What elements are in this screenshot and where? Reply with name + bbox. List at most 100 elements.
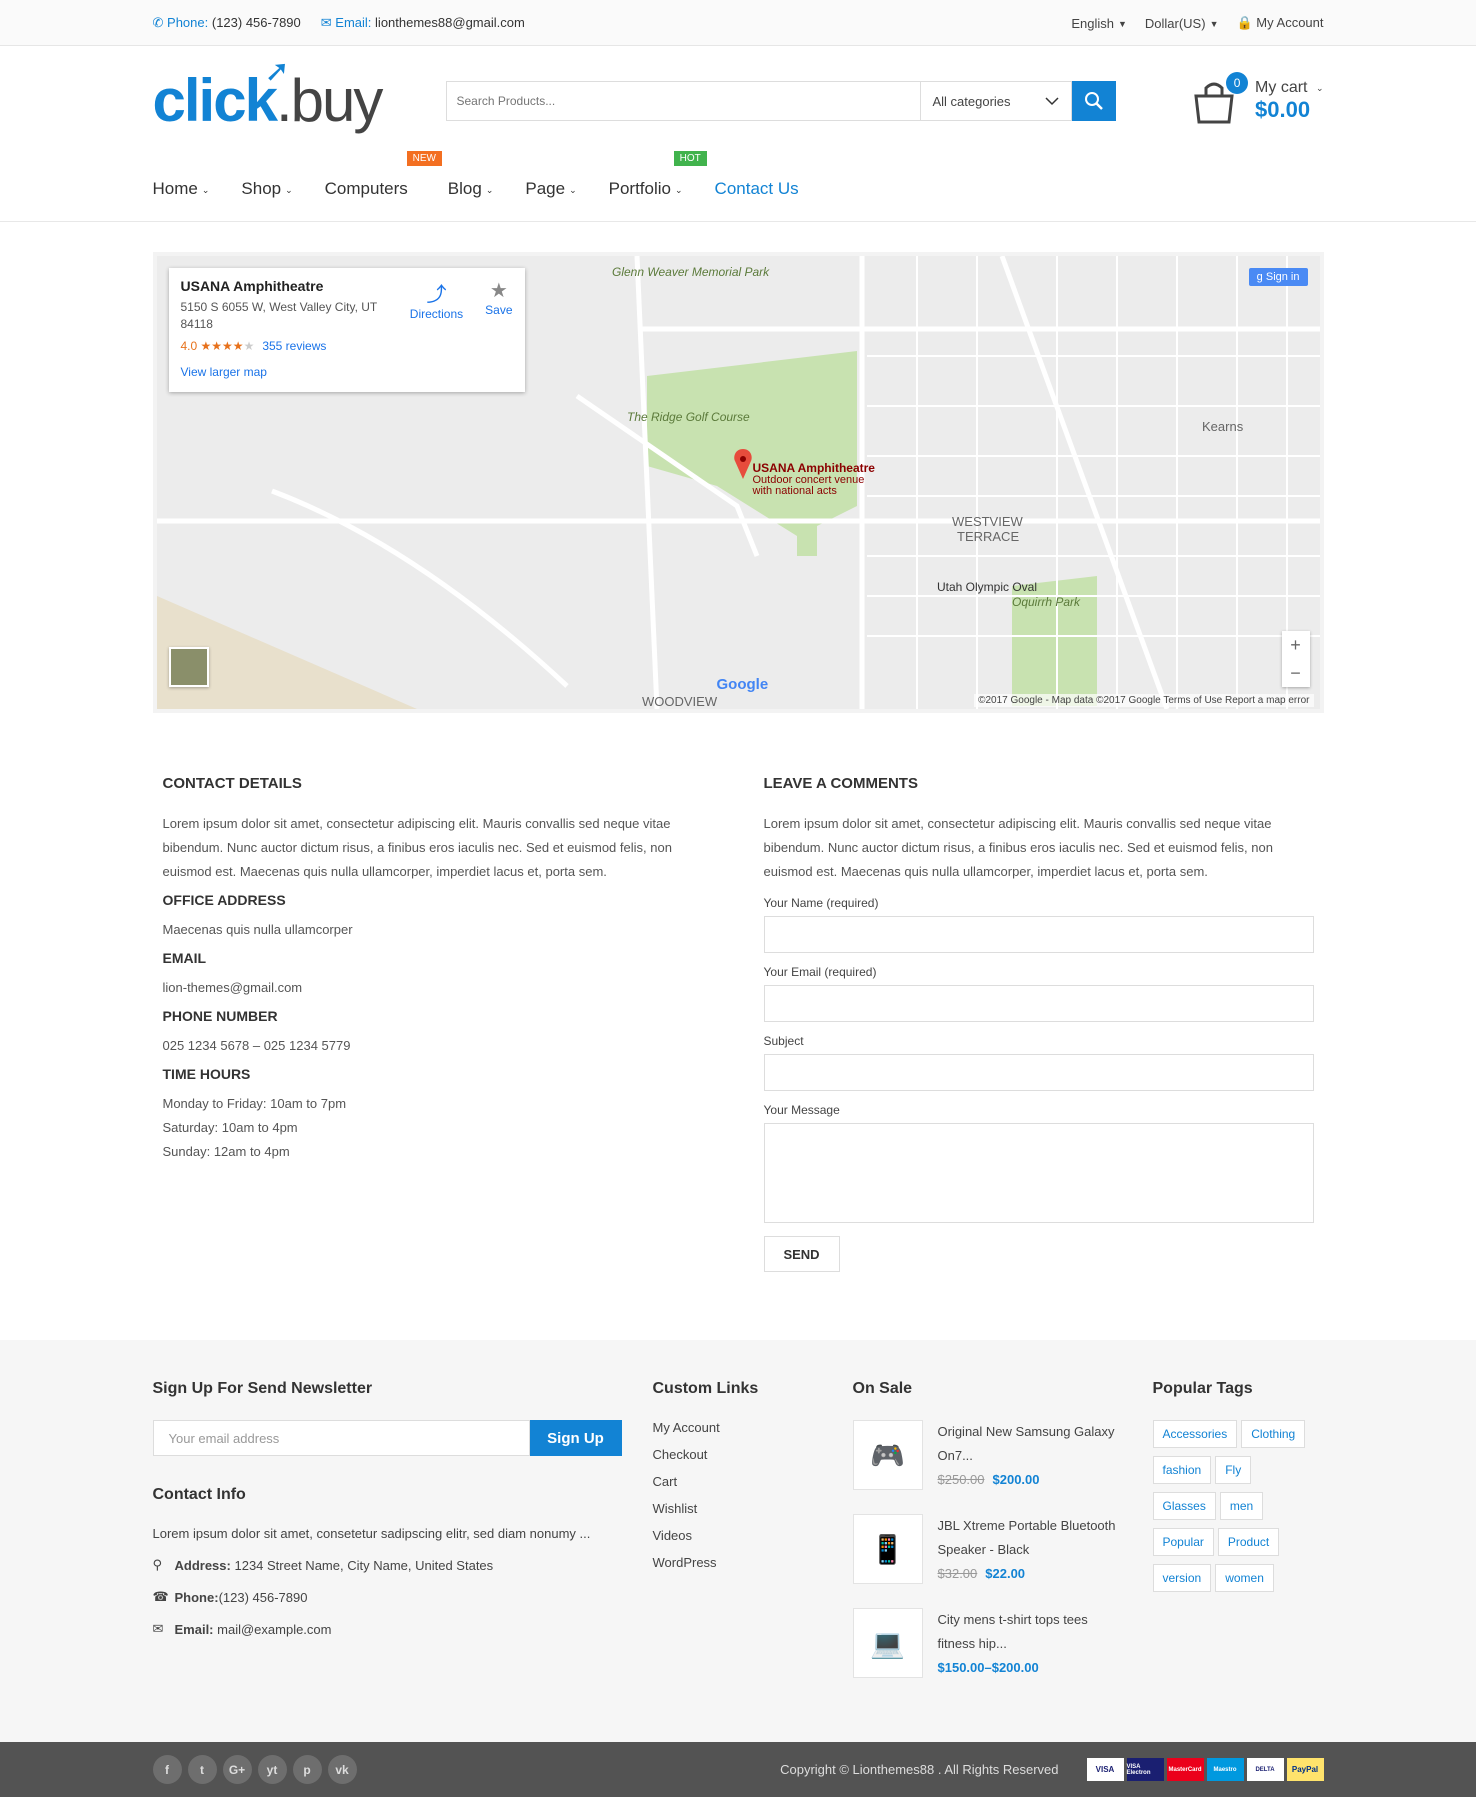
tag[interactable]: men [1219, 1492, 1264, 1520]
tag[interactable]: Clothing [1241, 1420, 1306, 1448]
subject-field[interactable] [763, 1054, 1314, 1091]
tag[interactable]: Accessories [1152, 1420, 1238, 1448]
map-attribution: ©2017 Google - Map data ©2017 Google Ter… [974, 694, 1314, 707]
nav-blog[interactable]: Blog ⌄ [448, 179, 494, 199]
cart-count-badge: 0 [1226, 72, 1249, 94]
header: ➚ click.buy All categories 0 My cart ⌄ $… [0, 46, 1476, 156]
tag[interactable]: Popular [1152, 1528, 1214, 1556]
search-button[interactable] [1071, 81, 1116, 121]
google-map[interactable]: Glenn Weaver Memorial Park The Ridge Gol… [152, 252, 1324, 713]
svg-text:Oquirrh Park: Oquirrh Park [1012, 595, 1081, 609]
contact-section: CONTACT DETAILS Lorem ipsum dolor sit am… [153, 775, 1324, 1272]
chevron-down-icon: ⌄ [569, 185, 577, 195]
nav-shop[interactable]: Shop ⌄ [241, 179, 292, 199]
chevron-down-icon: ⌄ [485, 185, 494, 195]
lock-icon: 🔒 [1236, 15, 1253, 30]
svg-text:TERRACE: TERRACE [957, 529, 1019, 544]
twitter-icon[interactable]: t [187, 1755, 217, 1784]
nav-contact-us[interactable]: Contact Us [715, 179, 799, 199]
footer-link[interactable]: WordPress [653, 1555, 853, 1570]
sale-product[interactable]: 📱 JBL Xtreme Portable Bluetooth Speaker … [852, 1514, 1153, 1586]
message-field[interactable] [763, 1123, 1314, 1223]
envelope-icon: ✉ [320, 15, 332, 30]
map-label: The Ridge Golf Course [627, 410, 750, 424]
svg-text:Utah Olympic Oval: Utah Olympic Oval [937, 580, 1037, 594]
sale-product[interactable]: 🎮 Original New Samsung Galaxy On7... $250… [852, 1420, 1153, 1492]
tag[interactable]: Glasses [1152, 1492, 1216, 1520]
chevron-down-icon: ⌄ [1315, 83, 1324, 93]
chevron-down-icon: ▼ [1209, 18, 1219, 29]
phone-icon: 📱 [852, 1514, 923, 1584]
zoom-out-button[interactable]: − [1282, 659, 1310, 687]
currency-selector[interactable]: Dollar(US) ▼ [1145, 16, 1219, 31]
reviews-link[interactable]: 355 reviews [262, 339, 326, 353]
search-input[interactable] [445, 81, 920, 121]
directions-button[interactable]: ⤴ Directions [410, 278, 463, 321]
tag[interactable]: Fly [1215, 1456, 1252, 1484]
map-sign-in-button[interactable]: g Sign in [1248, 268, 1308, 286]
mini-cart[interactable]: 0 My cart ⌄ $0.00 [1191, 72, 1324, 124]
footer-link[interactable]: Videos [653, 1528, 853, 1543]
send-button[interactable]: SEND [763, 1236, 840, 1272]
vk-icon[interactable]: vk [327, 1755, 357, 1784]
payment-methods: VISA VISA Electron MasterCard Maestro DE… [1086, 1758, 1324, 1781]
zoom-controls: + − [1281, 631, 1310, 687]
logo[interactable]: ➚ click.buy [153, 57, 446, 131]
visa-icon: VISA [1086, 1758, 1124, 1781]
visa-electron-icon: VISA Electron [1126, 1758, 1164, 1781]
bottom-bar: f t G+ yt p vk Copyright © Lionthemes88 … [0, 1742, 1476, 1797]
map-pin-icon[interactable] [733, 449, 753, 484]
facebook-icon[interactable]: f [152, 1755, 182, 1784]
footer: Sign Up For Send Newsletter Your email a… [0, 1340, 1476, 1742]
contact-details: CONTACT DETAILS Lorem ipsum dolor sit am… [162, 775, 672, 1159]
chevron-down-icon: ⌄ [285, 185, 293, 195]
name-field[interactable] [763, 916, 1314, 953]
category-select[interactable]: All categories [919, 81, 1072, 121]
sign-up-button[interactable]: Sign Up [529, 1420, 622, 1456]
footer-link[interactable]: My Account [653, 1420, 853, 1435]
fax-icon: ☎ [152, 1589, 169, 1604]
search-icon [1084, 92, 1103, 110]
top-phone: ✆ Phone: (123) 456-7890 [152, 15, 301, 30]
svg-text:WOODVIEW: WOODVIEW [642, 694, 718, 709]
footer-link[interactable]: Cart [653, 1474, 853, 1489]
copyright: Copyright © Lionthemes88 . All Rights Re… [780, 1762, 1059, 1777]
tag[interactable]: Product [1217, 1528, 1280, 1556]
youtube-icon[interactable]: yt [257, 1755, 287, 1784]
map-label: Glenn Weaver Memorial Park [612, 265, 770, 279]
map-marker-icon: ⚲ [152, 1557, 163, 1572]
zoom-in-button[interactable]: + [1282, 631, 1310, 659]
tag[interactable]: women [1215, 1564, 1274, 1592]
nav-page[interactable]: Page ⌄ [525, 179, 576, 199]
chevron-down-icon [1044, 96, 1059, 105]
envelope-icon: ✉ [152, 1621, 164, 1636]
on-sale-column: On Sale 🎮 Original New Samsung Galaxy On… [852, 1380, 1153, 1702]
pinterest-icon[interactable]: p [292, 1755, 322, 1784]
email-field[interactable] [763, 985, 1314, 1022]
save-button[interactable]: ★ Save [485, 278, 512, 321]
chevron-down-icon: ⌄ [675, 185, 683, 195]
nav-computers[interactable]: Computers NEW [325, 151, 442, 199]
tag[interactable]: fashion [1152, 1456, 1212, 1484]
delta-icon: DELTA [1246, 1758, 1284, 1781]
phone-icon: ✆ [152, 15, 164, 30]
google-logo: Google [716, 676, 769, 693]
nav-home[interactable]: Home ⌄ [153, 179, 210, 199]
popular-tags-column: Popular Tags Accessories Clothing fashion… [1152, 1380, 1324, 1702]
satellite-toggle[interactable] [168, 647, 209, 687]
main-nav: Home ⌄ Shop ⌄ Computers NEW Blog ⌄ Page ⌄ Por… [0, 151, 1476, 222]
nav-portfolio[interactable]: Portfolio ⌄ HOT [609, 151, 707, 199]
maestro-icon: Maestro [1206, 1758, 1244, 1781]
mastercard-icon: MasterCard [1166, 1758, 1204, 1781]
new-badge: NEW [406, 151, 442, 166]
language-selector[interactable]: English ▼ [1071, 16, 1127, 31]
tag[interactable]: version [1152, 1564, 1212, 1592]
sale-product[interactable]: 💻 City mens t-shirt tops tees fitness hi… [852, 1608, 1153, 1680]
footer-link[interactable]: Checkout [653, 1447, 853, 1462]
footer-link[interactable]: Wishlist [653, 1501, 853, 1516]
google-plus-icon[interactable]: G+ [222, 1755, 252, 1784]
view-larger-map-link[interactable]: View larger map [181, 365, 513, 379]
my-account-link[interactable]: 🔒 My Account [1236, 15, 1323, 31]
directions-icon: ⤴ [426, 284, 447, 306]
newsletter-email-input[interactable]: Your email address [152, 1420, 530, 1456]
